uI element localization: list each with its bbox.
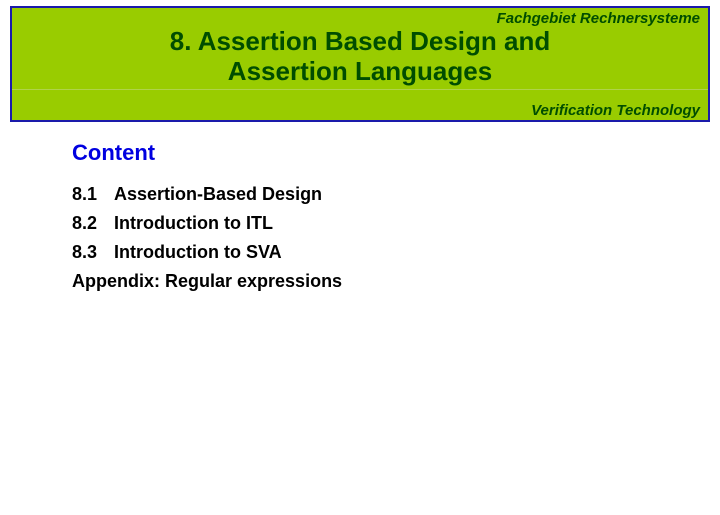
title-line-1: 8. Assertion Based Design and bbox=[22, 27, 698, 57]
toc-number: 8.2 bbox=[72, 213, 114, 234]
title-line-2: Assertion Languages bbox=[22, 57, 698, 87]
title-banner: Fachgebiet Rechnersysteme 8. Assertion B… bbox=[10, 6, 710, 122]
content-heading: Content bbox=[72, 140, 720, 166]
toc-number: 8.1 bbox=[72, 184, 114, 205]
toc-label: Assertion-Based Design bbox=[114, 184, 322, 204]
toc-item: 8.1Assertion-Based Design bbox=[72, 184, 720, 205]
content-area: Content 8.1Assertion-Based Design 8.2Int… bbox=[0, 122, 720, 292]
subject-label: Verification Technology bbox=[531, 102, 700, 119]
toc-label: Appendix: Regular expressions bbox=[72, 271, 342, 291]
toc-item: 8.2Introduction to ITL bbox=[72, 213, 720, 234]
slide-title: 8. Assertion Based Design and Assertion … bbox=[12, 27, 708, 87]
toc-item: 8.3Introduction to SVA bbox=[72, 242, 720, 263]
toc-label: Introduction to SVA bbox=[114, 242, 282, 262]
toc-label: Introduction to ITL bbox=[114, 213, 273, 233]
department-label: Fachgebiet Rechnersysteme bbox=[12, 8, 708, 27]
toc-item: Appendix: Regular expressions bbox=[72, 271, 720, 292]
toc-number: 8.3 bbox=[72, 242, 114, 263]
banner-divider bbox=[12, 89, 708, 90]
